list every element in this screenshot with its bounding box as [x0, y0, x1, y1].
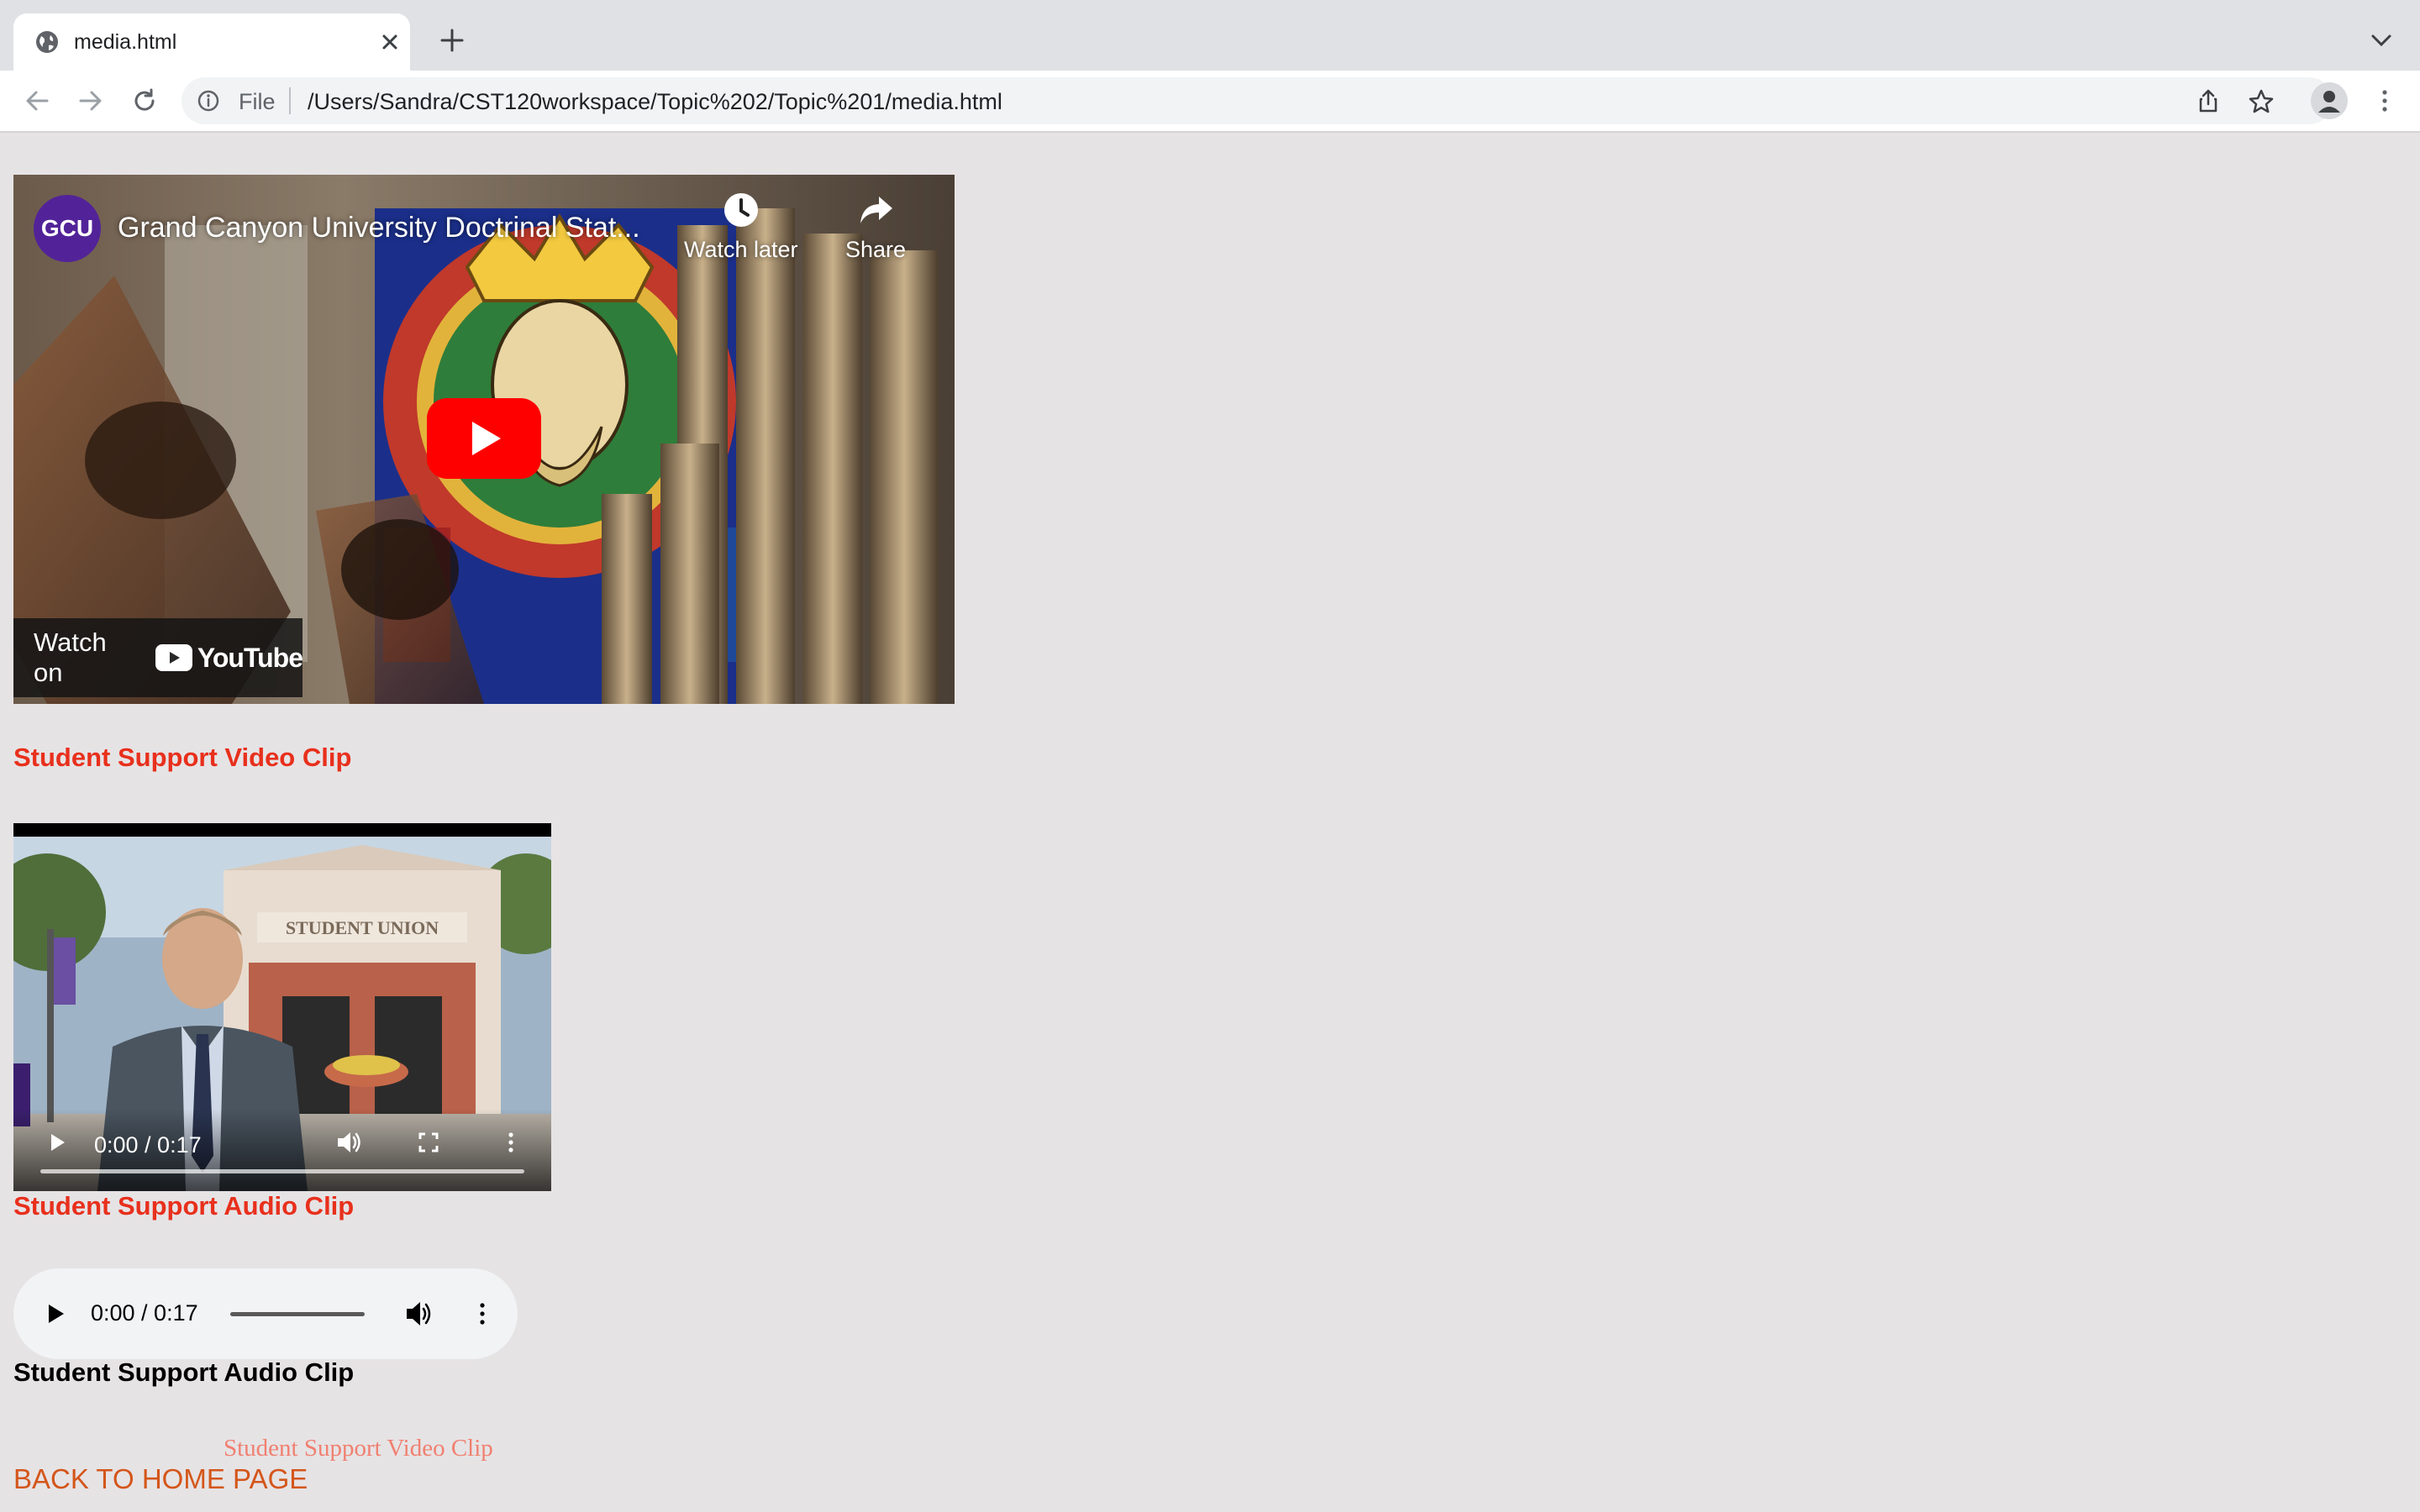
- watch-later-button[interactable]: Watch later: [684, 192, 798, 263]
- video-controls: 0:00 / 0:17: [13, 1109, 551, 1191]
- play-icon[interactable]: [427, 398, 541, 479]
- browser-tab[interactable]: media.html: [13, 13, 410, 71]
- new-tab-icon[interactable]: [437, 25, 467, 55]
- page-viewport: Video and Audio Media: [0, 133, 2420, 1512]
- play-icon[interactable]: [40, 1299, 71, 1329]
- tab-title: media.html: [74, 30, 177, 54]
- volume-icon[interactable]: [403, 1299, 435, 1329]
- share-arrow-icon: [860, 197, 893, 223]
- page-title: Video and Audio Media: [13, 133, 602, 141]
- watch-later-label: Watch later: [684, 237, 798, 262]
- video-title[interactable]: Grand Canyon University Doctrinal Stat..…: [118, 212, 640, 244]
- video-progress-bar[interactable]: [40, 1169, 524, 1173]
- info-icon[interactable]: [197, 89, 220, 113]
- video-caption: Student Support Video Clip: [13, 743, 352, 772]
- audio-player[interactable]: 0:00 / 0:17: [13, 1268, 518, 1359]
- fullscreen-icon[interactable]: [415, 1129, 442, 1156]
- share-label: Share: [845, 237, 907, 262]
- browser-toolbar: File /Users/Sandra/CST120workspace/Topic…: [0, 71, 2420, 133]
- channel-logo[interactable]: GCU: [34, 195, 101, 262]
- watch-on-youtube-button[interactable]: Watch on YouTube: [13, 618, 303, 697]
- globe-icon: [36, 31, 58, 53]
- video-player[interactable]: STUDENT UNION 0:00 / 0:17: [13, 823, 551, 1191]
- audio-caption-2: Student Support Audio Clip: [13, 1357, 355, 1387]
- youtube-wordmark: YouTube: [197, 642, 303, 673]
- close-tab-icon[interactable]: [376, 29, 403, 55]
- scheme-label: File: [239, 89, 276, 114]
- watch-on-label: Watch on: [34, 627, 107, 687]
- profile-avatar[interactable]: [2311, 82, 2348, 119]
- tab-strip: media.html: [0, 0, 2420, 71]
- reload-icon[interactable]: [129, 86, 160, 116]
- chevron-down-icon[interactable]: [2368, 30, 2395, 50]
- audio-caption: Student Support Audio Clip: [13, 1191, 355, 1221]
- browser-menu-icon[interactable]: [2370, 86, 2400, 116]
- clock-icon: [723, 193, 758, 227]
- url-text[interactable]: /Users/Sandra/CST120workspace/Topic%202/…: [308, 89, 1002, 115]
- building-sign: STUDENT UNION: [286, 917, 439, 938]
- bookmark-star-icon[interactable]: [2247, 87, 2275, 116]
- youtube-play-icon: [155, 644, 192, 671]
- youtube-embed[interactable]: GCU Grand Canyon University Doctrinal St…: [13, 175, 955, 704]
- youtube-logo: YouTube: [155, 642, 303, 674]
- address-bar[interactable]: File /Users/Sandra/CST120workspace/Topic…: [182, 77, 2333, 124]
- audio-time: 0:00 / 0:17: [91, 1300, 198, 1326]
- share-icon[interactable]: [2195, 87, 2222, 114]
- volume-icon[interactable]: [334, 1129, 365, 1156]
- faded-video-caption: Student Support Video Clip: [224, 1435, 493, 1462]
- back-to-home-link[interactable]: BACK TO HOME PAGE: [13, 1463, 308, 1495]
- audio-progress-bar[interactable]: [230, 1312, 365, 1316]
- person-icon: [2318, 91, 2340, 113]
- forward-arrow-icon[interactable]: [76, 86, 106, 116]
- share-button[interactable]: Share: [845, 192, 906, 263]
- back-arrow-icon[interactable]: [22, 86, 52, 116]
- play-icon[interactable]: [44, 1129, 71, 1156]
- more-options-icon[interactable]: [467, 1299, 497, 1329]
- divider: [289, 87, 291, 114]
- more-options-icon[interactable]: [497, 1129, 524, 1156]
- video-time: 0:00 / 0:17: [94, 1132, 202, 1158]
